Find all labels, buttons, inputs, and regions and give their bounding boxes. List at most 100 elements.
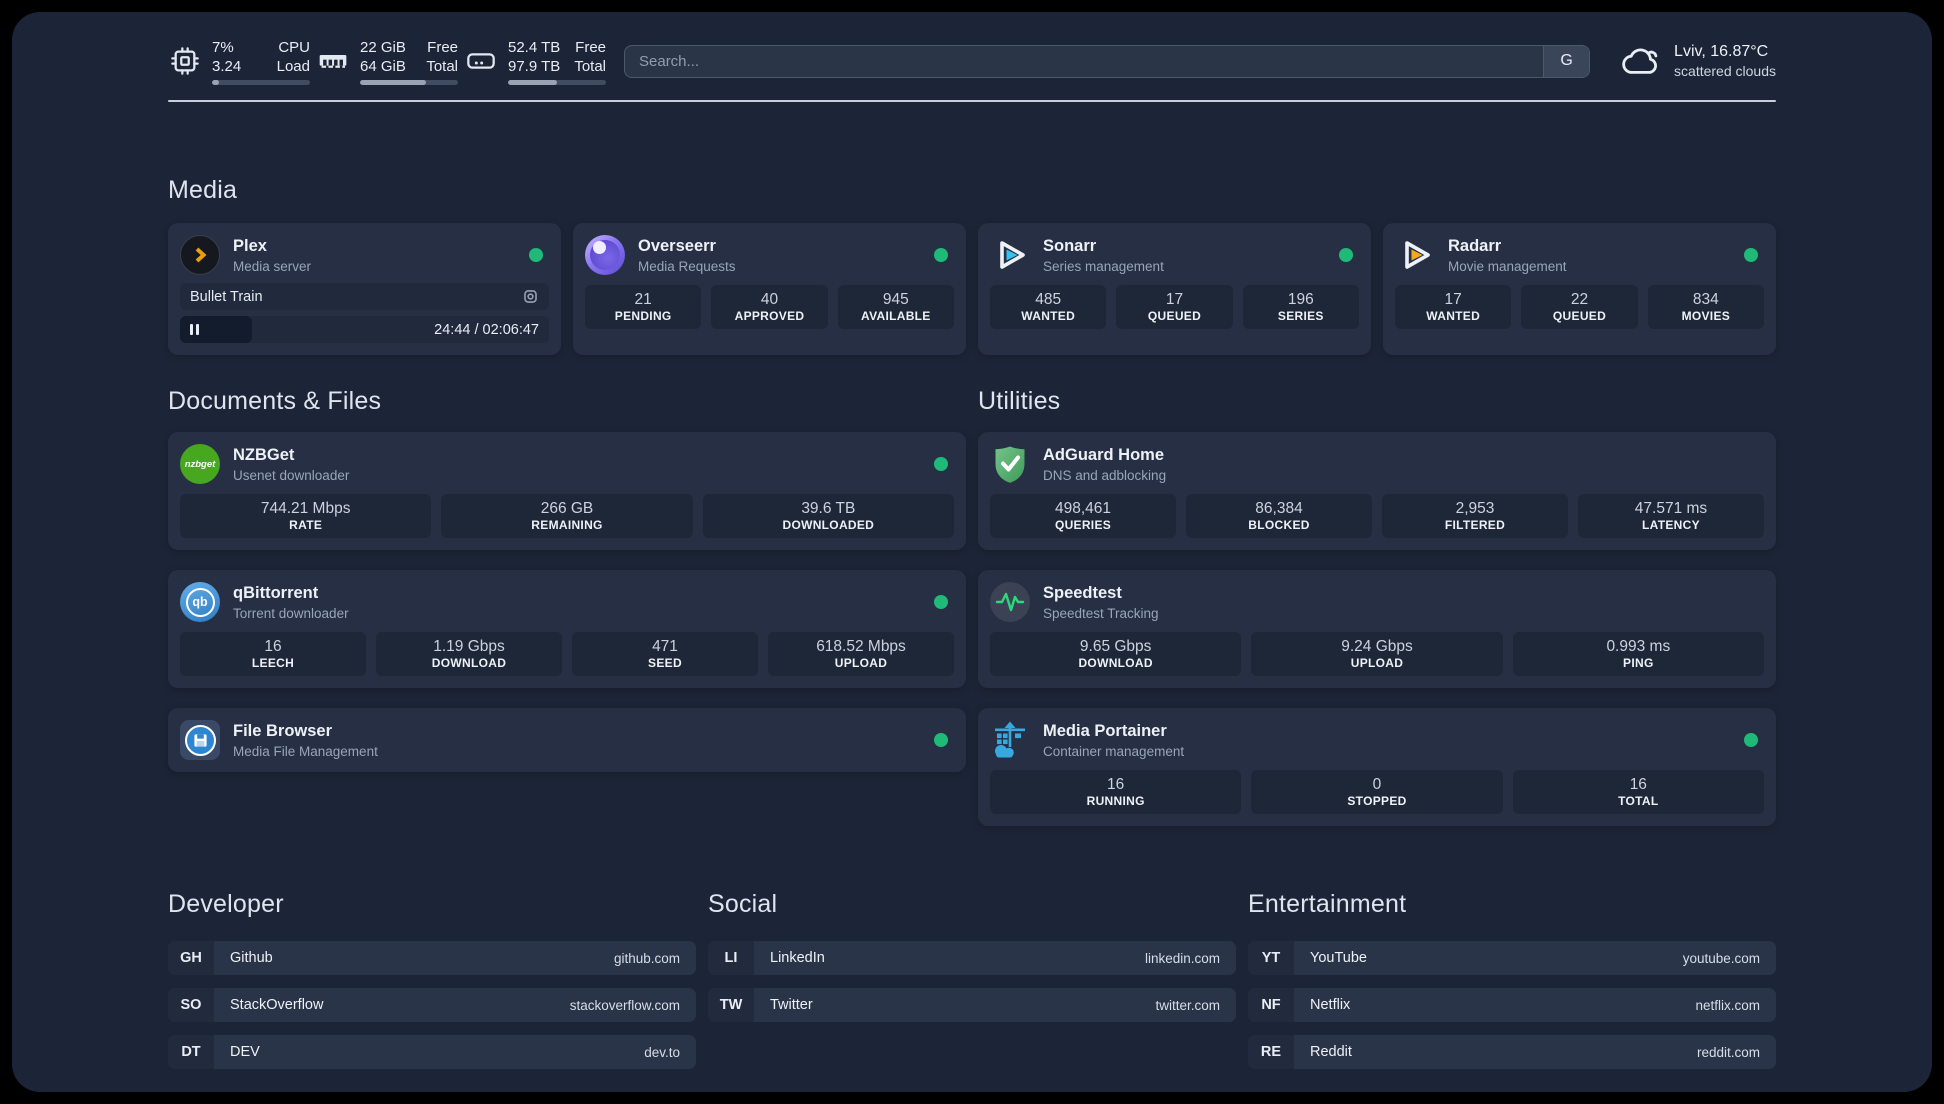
- search-input[interactable]: [625, 45, 1544, 77]
- bookmark-group-developer: Developer GH Github github.com SO StackO…: [168, 890, 696, 1082]
- stat-tile-upload: 9.24 Gbps UPLOAD: [1251, 632, 1503, 676]
- bookmark-group-social: Social LI LinkedIn linkedin.com TW Twitt…: [708, 890, 1236, 1082]
- stat-label: QUEUED: [1552, 308, 1607, 323]
- stat-label: MOVIES: [1681, 308, 1731, 323]
- stat-tile-leech: 16 LEECH: [180, 632, 366, 676]
- bookmark-name: Github: [230, 950, 273, 966]
- weather-location-temp: Lviv, 16.87°C: [1674, 43, 1769, 60]
- bookmark-youtube[interactable]: YT YouTube youtube.com: [1248, 941, 1776, 975]
- section-title-media: Media: [168, 176, 238, 204]
- bookmark-abbr-badge: DT: [168, 1035, 214, 1069]
- app-card-overseerr[interactable]: Overseerr Media Requests 21 PENDING 40 APP…: [573, 223, 966, 355]
- cpu-icon: [168, 44, 202, 78]
- status-online-dot: [934, 733, 948, 747]
- app-card-nzbget[interactable]: nzbget NZBGet Usenet downloader 744.21 M…: [168, 432, 966, 550]
- stat-value: 2,953: [1455, 499, 1495, 517]
- app-name: Overseerr: [638, 236, 716, 255]
- stat-tile-seed: 471 SEED: [572, 632, 758, 676]
- cpu-progress-track: [212, 79, 310, 85]
- app-card-speedtest[interactable]: Speedtest Speedtest Tracking 9.65 Gbps DO…: [978, 570, 1776, 688]
- bookmark-dev[interactable]: DT DEV dev.to: [168, 1035, 696, 1069]
- stat-value: 16: [1107, 775, 1125, 793]
- bookmark-linkedin[interactable]: LI LinkedIn linkedin.com: [708, 941, 1236, 975]
- bookmark-abbr-badge: RE: [1248, 1035, 1294, 1069]
- app-card-qbittorrent[interactable]: qb qBittorrent Torrent downloader 16 LEEC…: [168, 570, 966, 688]
- stat-label: PENDING: [614, 308, 672, 323]
- storage-widget: 52.4 TB Free 97.9 TB Total: [464, 38, 606, 85]
- status-online-dot: [934, 248, 948, 262]
- app-card-plex[interactable]: Plex Media server Bullet Train 24:44 / 0…: [168, 223, 561, 355]
- cpu-usage-value: 7%: [212, 38, 234, 56]
- bookmark-reddit[interactable]: RE Reddit reddit.com: [1248, 1035, 1776, 1069]
- storage-free-label: Free: [575, 38, 606, 56]
- app-name: NZBGet: [233, 445, 295, 464]
- app-name: Speedtest: [1043, 583, 1122, 602]
- filebrowser-icon: [180, 720, 220, 760]
- bookmark-netflix[interactable]: NF Netflix netflix.com: [1248, 988, 1776, 1022]
- stat-value: 39.6 TB: [801, 499, 856, 517]
- stat-tile-downloaded: 39.6 TB DOWNLOADED: [702, 494, 954, 538]
- stat-label: WANTED: [1426, 308, 1481, 323]
- bookmark-abbr-badge: GH: [168, 941, 214, 975]
- stat-tile-remaining: 266 GB REMAINING: [441, 494, 693, 538]
- stat-label: QUERIES: [1054, 517, 1112, 532]
- bookmark-url: reddit.com: [1696, 1044, 1760, 1060]
- playback-progress-bar[interactable]: 24:44 / 02:06:47: [180, 316, 549, 343]
- bookmark-stackoverflow[interactable]: SO StackOverflow stackoverflow.com: [168, 988, 696, 1022]
- stat-label: RUNNING: [1086, 793, 1145, 808]
- weather-condition: scattered clouds: [1674, 63, 1776, 79]
- bookmark-twitter[interactable]: TW Twitter twitter.com: [708, 988, 1236, 1022]
- status-online-dot: [1339, 248, 1353, 262]
- app-description: Media server: [233, 258, 312, 274]
- bookmark-url: twitter.com: [1155, 997, 1220, 1013]
- stat-value: 618.52 Mbps: [816, 637, 906, 655]
- bookmark-name: StackOverflow: [230, 997, 324, 1013]
- stat-tile-rate: 744.21 Mbps RATE: [180, 494, 432, 538]
- status-online-dot: [934, 457, 948, 471]
- top-bar: 7% CPU 3.24 Load 22 GiB Free 64 GiB Tota…: [168, 12, 1776, 88]
- app-card-radarr[interactable]: Radarr Movie management 17 WANTED 22 QUEUE…: [1383, 223, 1776, 355]
- app-card-portainer[interactable]: Media Portainer Container management 16 R…: [978, 708, 1776, 826]
- storage-progress-track: [508, 79, 606, 85]
- stat-tile-available: 945 AVAILABLE: [837, 285, 954, 329]
- stat-tile-approved: 40 APPROVED: [711, 285, 828, 329]
- stat-value: 17: [1444, 290, 1462, 308]
- app-card-filebrowser[interactable]: File Browser Media File Management: [168, 708, 966, 772]
- storage-total-value: 97.9 TB: [508, 57, 561, 75]
- app-card-adguard[interactable]: AdGuard Home DNS and adblocking 498,461 Q…: [978, 432, 1776, 550]
- bookmark-url: netflix.com: [1695, 997, 1760, 1013]
- stat-value: 16: [1629, 775, 1647, 793]
- app-card-sonarr[interactable]: Sonarr Series management 485 WANTED 17 QUE…: [978, 223, 1371, 355]
- bookmark-url: dev.to: [644, 1044, 680, 1060]
- cloud-icon: [1620, 40, 1662, 82]
- stat-value: 0.993 ms: [1606, 637, 1671, 655]
- search-bar: G: [624, 44, 1591, 78]
- memory-free-label: Free: [427, 38, 458, 56]
- storage-icon: [464, 44, 498, 78]
- stat-value: 1.19 Gbps: [433, 637, 505, 655]
- app-description: Series management: [1043, 258, 1164, 274]
- pause-icon[interactable]: [190, 324, 199, 335]
- bookmark-github[interactable]: GH Github github.com: [168, 941, 696, 975]
- stat-value: 471: [652, 637, 678, 655]
- stat-value: 47.571 ms: [1634, 499, 1708, 517]
- app-name: Sonarr: [1043, 236, 1097, 255]
- stat-tile-filtered: 2,953 FILTERED: [1382, 494, 1568, 538]
- stat-label: RATE: [289, 517, 323, 532]
- bookmark-url: youtube.com: [1682, 950, 1760, 966]
- stat-value: 40: [760, 290, 779, 308]
- app-description: Media File Management: [233, 743, 378, 759]
- section-title-documents: Documents & Files: [168, 387, 382, 415]
- stat-value: 498,461: [1054, 499, 1112, 517]
- app-name: File Browser: [233, 721, 333, 740]
- stat-label: UPLOAD: [1350, 655, 1404, 670]
- stat-label: APPROVED: [734, 308, 805, 323]
- search-provider-button[interactable]: G: [1543, 45, 1590, 77]
- cpu-load-label: Load: [276, 57, 310, 75]
- memory-icon: [316, 44, 350, 78]
- bookmark-url: github.com: [613, 950, 680, 966]
- stat-tile-queued: 22 QUEUED: [1521, 285, 1638, 329]
- memory-total-value: 64 GiB: [360, 57, 406, 75]
- stat-tile-download: 9.65 Gbps DOWNLOAD: [990, 632, 1242, 676]
- bookmark-abbr-badge: TW: [708, 988, 754, 1022]
